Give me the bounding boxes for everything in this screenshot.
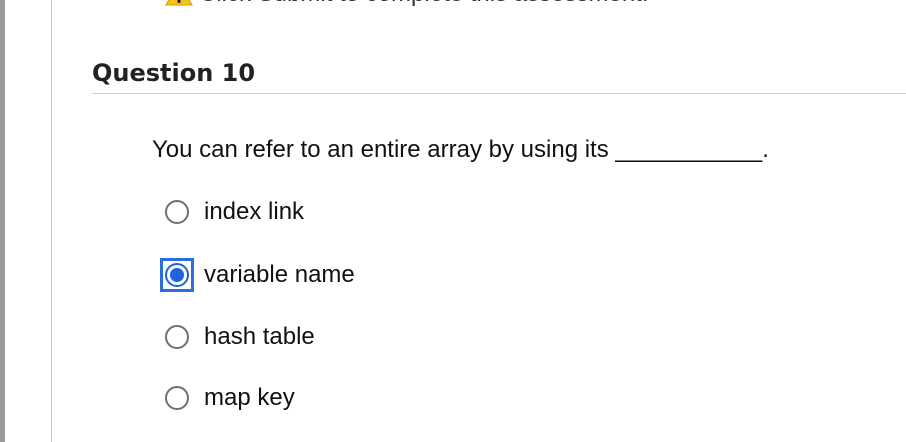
answer-option-label: variable name <box>204 261 355 288</box>
radio-button-wrapper <box>160 320 194 354</box>
question-header: Question 10 <box>92 56 906 94</box>
answer-option-index-link[interactable]: index link <box>160 195 304 229</box>
submit-warning: Click Submit to complete this assessment… <box>165 0 649 8</box>
radio-button[interactable] <box>165 386 189 410</box>
answer-option-map-key[interactable]: map key <box>160 381 295 415</box>
answer-option-label: hash table <box>204 323 315 350</box>
question-prompt: You can refer to an entire array by usin… <box>152 136 769 163</box>
window-left-edge <box>0 0 5 442</box>
warning-text: Click Submit to complete this assessment… <box>199 0 649 8</box>
answer-option-label: map key <box>204 384 295 411</box>
radio-button[interactable] <box>165 200 189 224</box>
radio-button[interactable] <box>165 325 189 349</box>
warning-icon <box>165 0 193 8</box>
selected-radio-button[interactable] <box>165 263 189 287</box>
answer-option-variable-name[interactable]: variable name <box>160 258 355 292</box>
answer-option-hash-table[interactable]: hash table <box>160 320 315 354</box>
answer-option-label: index link <box>204 198 305 225</box>
radio-button-wrapper <box>160 195 194 229</box>
selected-radio-button-wrapper <box>160 258 194 292</box>
question-title: Question 10 <box>92 59 256 87</box>
radio-button-wrapper <box>160 381 194 415</box>
